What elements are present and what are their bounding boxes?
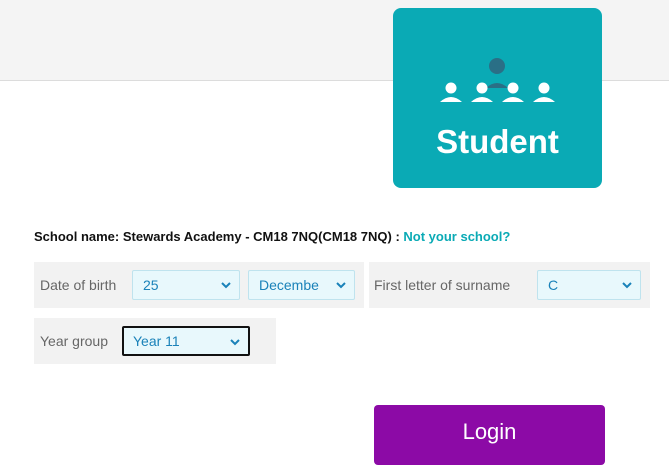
dob-day-value: 25 xyxy=(143,277,159,293)
login-button[interactable]: Login xyxy=(374,405,605,465)
surname-label: First letter of surname xyxy=(374,277,511,293)
dob-panel: Date of birth 25 Decembe xyxy=(34,262,364,308)
surname-letter-select[interactable]: C xyxy=(537,270,641,300)
chevron-down-icon xyxy=(230,339,240,346)
chevron-down-icon xyxy=(221,282,231,289)
not-your-school-link[interactable]: Not your school? xyxy=(403,229,510,244)
dob-label: Date of birth xyxy=(40,277,117,293)
dob-month-select[interactable]: Decembe xyxy=(248,270,355,300)
students-group-icon xyxy=(440,58,555,102)
student-card[interactable]: Student xyxy=(393,8,602,188)
year-group-panel: Year group Year 11 xyxy=(34,318,276,364)
year-group-select[interactable]: Year 11 xyxy=(122,326,250,356)
surname-panel: First letter of surname C xyxy=(369,262,650,308)
year-group-value: Year 11 xyxy=(133,333,180,349)
school-name-text: School name: Stewards Academy - CM18 7NQ… xyxy=(34,229,400,244)
surname-letter-value: C xyxy=(548,277,559,293)
school-name-line: School name: Stewards Academy - CM18 7NQ… xyxy=(34,229,510,244)
dob-month-value: Decembe xyxy=(259,277,319,293)
chevron-down-icon xyxy=(336,282,346,289)
student-label: Student xyxy=(436,123,559,160)
dob-day-select[interactable]: 25 xyxy=(132,270,240,300)
year-group-label: Year group xyxy=(40,333,108,349)
chevron-down-icon xyxy=(622,282,632,289)
